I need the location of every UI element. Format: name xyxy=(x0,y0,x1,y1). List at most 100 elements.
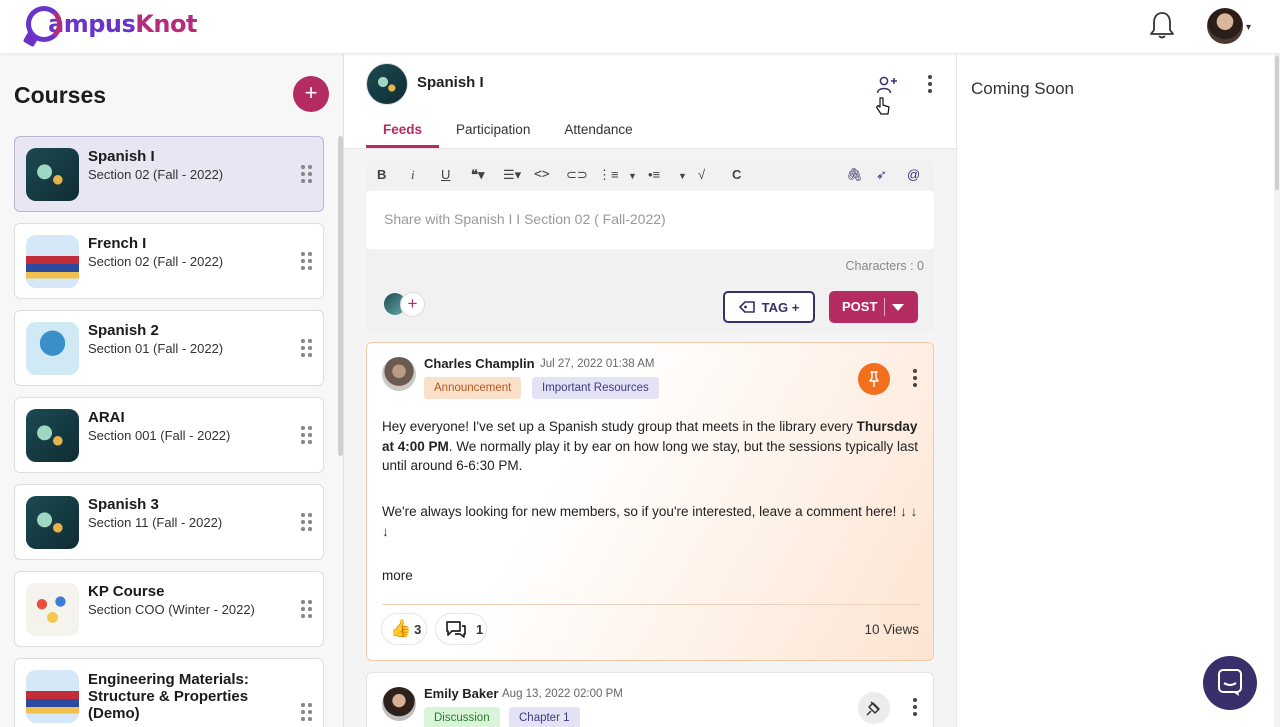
course-item-french-i[interactable]: French I Section 02 (Fall - 2022) xyxy=(14,223,324,299)
post-options-chevron-down-icon[interactable] xyxy=(892,304,904,311)
course-name: French I xyxy=(88,235,147,252)
campusknot-logo[interactable]: ampusKnot xyxy=(26,6,197,42)
tag-chip-chapter-1[interactable]: Chapter 1 xyxy=(509,707,580,727)
course-thumbnail xyxy=(26,496,79,549)
author-avatar[interactable] xyxy=(382,357,416,391)
author-name[interactable]: Charles Champlin xyxy=(424,356,535,371)
tag-button-label: TAG + xyxy=(761,299,800,315)
course-section: Section 02 (Fall - 2022) xyxy=(88,167,224,182)
user-avatar[interactable] xyxy=(1207,8,1243,44)
align-icon[interactable]: ☰▾ xyxy=(503,167,521,183)
add-audience-button[interactable]: + xyxy=(400,292,425,317)
add-member-icon[interactable] xyxy=(876,76,898,94)
pin-icon xyxy=(866,701,880,716)
editor-toolbar: B i U ❝▾ ☰▾ <> ⊂⊃ ⋮≡ ▼ •≡ ▼ √ C 🖇 ➶ @ xyxy=(366,159,934,191)
link-icon[interactable]: ⊂⊃ xyxy=(566,167,588,183)
course-avatar[interactable] xyxy=(366,63,408,105)
tag-chip-announcement[interactable]: Announcement xyxy=(424,377,522,399)
rocket-icon[interactable]: ➶ xyxy=(876,167,887,183)
course-name: Engineering Materials: Structure & Prope… xyxy=(88,671,249,722)
chat-button[interactable] xyxy=(1203,656,1257,710)
logo-text: ampusKnot xyxy=(48,10,197,38)
course-item-spanish-i[interactable]: Spanish I Section 02 (Fall - 2022) xyxy=(14,136,324,212)
mouse-pointer-icon xyxy=(875,97,890,115)
course-section: Section 001 (Fall - 2022) xyxy=(88,428,231,443)
bold-icon[interactable]: B xyxy=(377,167,386,182)
feed-post: Emily Baker Aug 13, 2022 02:00 PM Discus… xyxy=(366,672,934,727)
ordered-list-icon[interactable]: ⋮≡ xyxy=(598,167,619,183)
page-scrollbar[interactable] xyxy=(1274,54,1280,727)
post-date: Jul 27, 2022 01:38 AM xyxy=(540,358,655,370)
like-count: 3 xyxy=(414,621,422,637)
pin-icon xyxy=(869,371,879,387)
post-options-kebab-icon[interactable] xyxy=(913,369,917,387)
drag-handle-icon[interactable] xyxy=(301,513,313,533)
course-thumbnail xyxy=(26,670,79,723)
courses-title: Courses xyxy=(14,82,107,108)
clear-format-icon[interactable]: C xyxy=(732,167,741,182)
comment-button[interactable]: 1 xyxy=(435,613,487,645)
tag-chip-important-resources[interactable]: Important Resources xyxy=(532,377,659,399)
course-name: Spanish 3 xyxy=(88,496,159,513)
tag-icon xyxy=(738,301,755,313)
drag-handle-icon[interactable] xyxy=(301,339,313,359)
course-section: Section 01 (Fall - 2022) xyxy=(88,341,224,356)
tab-feeds[interactable]: Feeds xyxy=(366,114,440,148)
comment-count: 1 xyxy=(476,621,484,637)
coming-soon-text: Coming Soon xyxy=(971,79,1075,98)
post-options-kebab-icon[interactable] xyxy=(913,698,917,716)
thumbs-up-icon: 👍 xyxy=(390,619,412,638)
tab-participation[interactable]: Participation xyxy=(439,114,547,148)
sidebar-scrollbar[interactable] xyxy=(338,136,343,456)
drag-handle-icon[interactable] xyxy=(301,703,313,723)
post-body: Hey everyone! I've set up a Spanish stud… xyxy=(382,419,918,473)
courses-sidebar: Courses + Spanish I Section 02 (Fall - 2… xyxy=(0,54,344,727)
course-item-arai[interactable]: ARAI Section 001 (Fall - 2022) xyxy=(14,397,324,473)
course-item-kp-course[interactable]: KP Course Section COO (Winter - 2022) xyxy=(14,571,324,647)
like-button[interactable]: 👍 3 xyxy=(381,613,427,645)
right-panel: Coming Soon xyxy=(956,54,1274,727)
editor-placeholder: Share with Spanish I I Section 02 ( Fall… xyxy=(384,211,666,227)
course-thumbnail xyxy=(26,235,79,288)
post-composer: B i U ❝▾ ☰▾ <> ⊂⊃ ⋮≡ ▼ •≡ ▼ √ C 🖇 ➶ @ Sh… xyxy=(366,159,934,333)
drag-handle-icon[interactable] xyxy=(301,600,313,620)
course-item-spanish-2[interactable]: Spanish 2 Section 01 (Fall - 2022) xyxy=(14,310,324,386)
course-item-engineering-materials[interactable]: Engineering Materials: Structure & Prope… xyxy=(14,658,324,727)
post-editor[interactable]: Share with Spanish I I Section 02 ( Fall… xyxy=(366,191,934,249)
user-menu-chevron-down-icon[interactable]: ▾ xyxy=(1246,22,1251,33)
drag-handle-icon[interactable] xyxy=(301,252,313,272)
tag-button[interactable]: TAG + xyxy=(723,291,815,323)
course-options-kebab-icon[interactable] xyxy=(928,75,932,93)
quote-icon[interactable]: ❝▾ xyxy=(471,167,485,183)
mention-icon[interactable]: @ xyxy=(907,167,920,182)
attachment-icon[interactable]: 🖇 xyxy=(846,167,863,183)
pin-button[interactable] xyxy=(858,692,890,724)
top-navbar: ampusKnot ▾ xyxy=(0,0,1280,54)
post-button-label: POST xyxy=(842,299,878,314)
italic-icon[interactable]: i xyxy=(411,167,415,183)
post-button-divider xyxy=(884,298,885,316)
notification-bell-icon[interactable] xyxy=(1148,10,1176,40)
tab-attendance[interactable]: Attendance xyxy=(547,114,649,148)
author-avatar[interactable] xyxy=(382,687,416,721)
read-more-link[interactable]: more xyxy=(382,566,442,586)
pin-button[interactable] xyxy=(858,363,890,395)
add-course-button[interactable]: + xyxy=(293,76,329,112)
course-tabs: Feeds Participation Attendance xyxy=(366,114,650,148)
bullet-list-icon[interactable]: •≡ xyxy=(648,167,660,182)
bullet-list-chevron-down-icon[interactable]: ▼ xyxy=(678,171,687,181)
post-button[interactable]: POST xyxy=(829,291,918,323)
math-icon[interactable]: √ xyxy=(698,167,705,182)
author-name[interactable]: Emily Baker xyxy=(424,686,498,701)
ordered-list-chevron-down-icon[interactable]: ▼ xyxy=(628,171,637,181)
course-name: Spanish I xyxy=(88,148,155,165)
code-icon[interactable]: <> xyxy=(534,167,550,182)
post-body-paragraph-2: We're always looking for new members, so… xyxy=(382,504,918,539)
course-thumbnail xyxy=(26,322,79,375)
tag-chip-discussion[interactable]: Discussion xyxy=(424,707,500,727)
drag-handle-icon[interactable] xyxy=(301,165,313,185)
underline-icon[interactable]: U xyxy=(441,167,450,182)
feed-post: Charles Champlin Jul 27, 2022 01:38 AM A… xyxy=(366,342,934,661)
drag-handle-icon[interactable] xyxy=(301,426,313,446)
course-item-spanish-3[interactable]: Spanish 3 Section 11 (Fall - 2022) xyxy=(14,484,324,560)
